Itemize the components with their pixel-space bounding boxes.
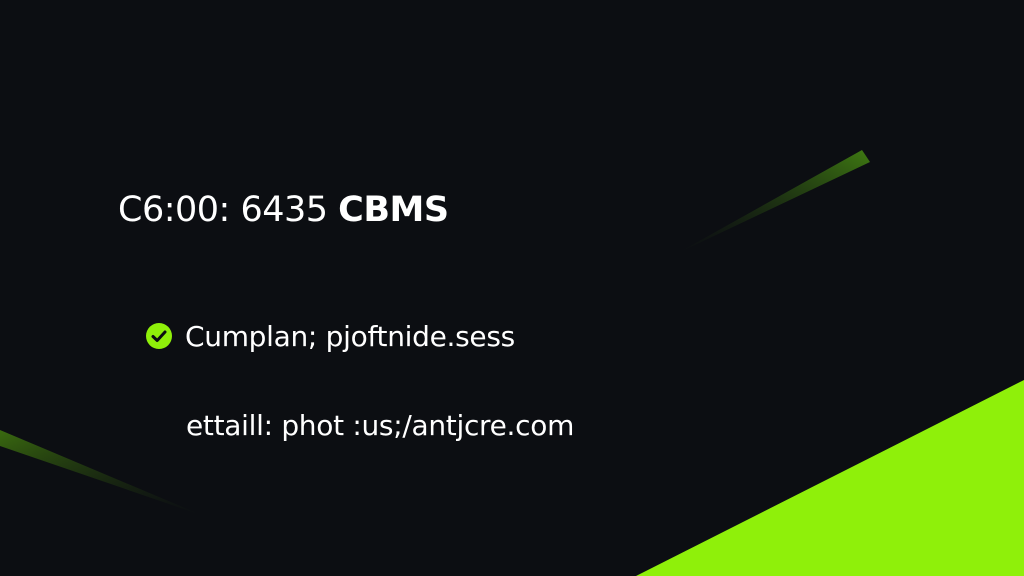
accent-corner-triangle	[636, 380, 1024, 576]
check-list-item: Cumplan; pjoftnide.sess	[145, 316, 515, 356]
title-bold-part: CBMS	[338, 190, 449, 230]
email-line: ettaill: phot :us;/antjcre.com	[186, 409, 575, 442]
accent-streak-left	[0, 430, 204, 516]
title-regular-part: C6:00: 6435	[118, 190, 339, 230]
decorative-shapes	[0, 150, 1024, 576]
slide-title: C6:00: 6435 CBMS	[118, 188, 449, 232]
accent-streak-top-right	[676, 150, 870, 254]
check-circle-icon	[146, 323, 172, 349]
slide: C6:00: 6435 CBMS Cumplan; pjoftnide.sess…	[0, 0, 1024, 576]
check-item-text: Cumplan; pjoftnide.sess	[185, 319, 515, 353]
